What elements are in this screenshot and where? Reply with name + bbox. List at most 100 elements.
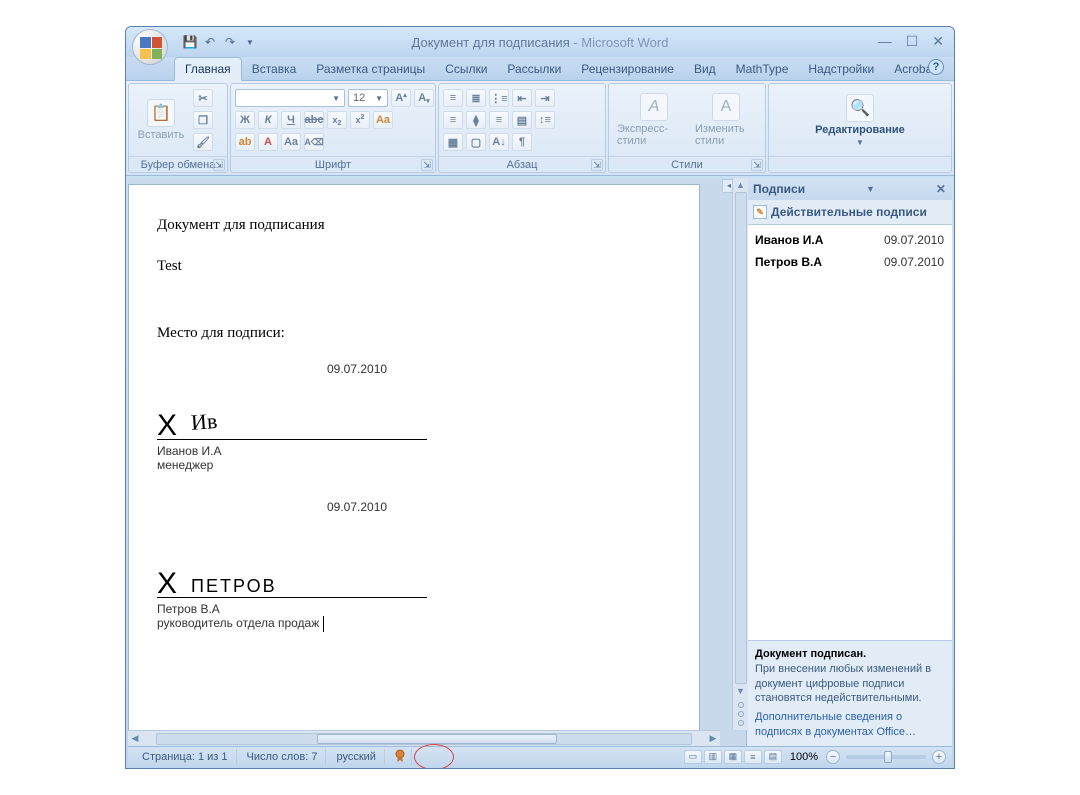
- scroll-left-icon[interactable]: ◀: [128, 733, 142, 744]
- signature-1-line[interactable]: X Ив: [157, 382, 427, 440]
- cut-icon[interactable]: ✂: [193, 89, 213, 107]
- minimize-button[interactable]: —: [878, 33, 892, 50]
- status-page[interactable]: Страница: 1 из 1: [134, 749, 237, 765]
- tab-view[interactable]: Вид: [684, 58, 726, 80]
- signatures-help-link[interactable]: Дополнительные сведения о подписях в док…: [755, 711, 916, 738]
- zoom-out-button[interactable]: −: [826, 750, 840, 764]
- scroll-down-icon[interactable]: ▼: [733, 684, 748, 698]
- scroll-up-icon[interactable]: ▲: [733, 178, 748, 192]
- valid-signatures-tab[interactable]: ✎ Действительные подписи: [753, 205, 927, 219]
- hscroll-track[interactable]: [156, 733, 692, 745]
- paragraph-launcher[interactable]: ⇲: [591, 159, 603, 171]
- tab-review[interactable]: Рецензирование: [571, 58, 684, 80]
- status-wordcount[interactable]: Число слов: 7: [239, 749, 327, 765]
- zoom-slider[interactable]: [846, 755, 926, 759]
- change-styles-button[interactable]: A Изменить стили: [695, 93, 757, 147]
- paragraph-group-label: Абзац: [507, 159, 538, 171]
- document-page[interactable]: Документ для подписания Test Место для п…: [128, 184, 700, 738]
- office-button[interactable]: [132, 29, 168, 65]
- shrink-font-button[interactable]: A▾: [414, 89, 434, 107]
- browse-object-buttons[interactable]: [738, 698, 744, 730]
- signature-2-line[interactable]: X ПЕТРОВ: [157, 540, 427, 598]
- italic-button[interactable]: К: [258, 111, 278, 129]
- status-signature-indicator[interactable]: [387, 749, 412, 765]
- scroll-right-icon[interactable]: ▶: [706, 733, 720, 744]
- paste-button[interactable]: 📋 Вставить: [133, 99, 189, 141]
- bullets-button[interactable]: ≡: [443, 89, 463, 107]
- bold-button[interactable]: Ж: [235, 111, 255, 129]
- maximize-button[interactable]: ☐: [906, 33, 919, 50]
- styles-launcher[interactable]: ⇲: [751, 159, 763, 171]
- pane-menu-icon[interactable]: ▼: [866, 184, 875, 194]
- font-name-dropdown[interactable]: ▼: [235, 89, 345, 107]
- hscroll-thumb[interactable]: [317, 734, 557, 744]
- tab-references[interactable]: Ссылки: [435, 58, 497, 80]
- show-marks-button[interactable]: ¶: [512, 133, 532, 151]
- save-icon[interactable]: 💾: [182, 34, 198, 50]
- tab-addins[interactable]: Надстройки: [798, 58, 884, 80]
- format-painter-icon[interactable]: 🖌: [193, 133, 213, 151]
- align-center-button[interactable]: ⧫: [466, 111, 486, 129]
- outline-view-button[interactable]: ≡: [744, 750, 762, 764]
- tab-home[interactable]: Главная: [174, 57, 242, 81]
- font-launcher[interactable]: ⇲: [421, 159, 433, 171]
- close-button[interactable]: ✕: [932, 33, 944, 50]
- sort-button[interactable]: A↓: [489, 133, 509, 151]
- vertical-scrollbar[interactable]: ▲ ▼: [732, 178, 748, 730]
- document-signed-label: Документ подписан.: [755, 647, 944, 662]
- signature-2-date: 09.07.2010: [327, 500, 671, 514]
- status-language[interactable]: русский: [328, 749, 384, 765]
- highlight-color-button[interactable]: ab: [235, 133, 255, 151]
- editing-button[interactable]: 🔍 Редактирование ▼: [810, 94, 910, 147]
- line-spacing-button[interactable]: ↕≡: [535, 111, 555, 129]
- draft-view-button[interactable]: ▤: [764, 750, 782, 764]
- signature-list-item[interactable]: Петров В.А 09.07.2010: [753, 251, 946, 273]
- numbering-button[interactable]: ≣: [466, 89, 486, 107]
- pane-close-icon[interactable]: ✕: [936, 182, 946, 196]
- undo-icon[interactable]: ↶: [202, 34, 218, 50]
- tab-insert[interactable]: Вставка: [242, 58, 307, 80]
- doc-heading: Документ для подписания: [157, 217, 671, 234]
- justify-button[interactable]: ▤: [512, 111, 532, 129]
- signature-1-name: Иванов И.А: [157, 444, 671, 458]
- document-viewport[interactable]: ◂ Документ для подписания Test Место для…: [128, 178, 746, 746]
- signatures-list: Иванов И.А 09.07.2010 Петров В.А 09.07.2…: [747, 224, 952, 641]
- help-icon[interactable]: ?: [928, 59, 944, 75]
- superscript-button[interactable]: x2: [350, 111, 370, 129]
- web-layout-view-button[interactable]: ▦: [724, 750, 742, 764]
- underline-button[interactable]: Ч: [281, 111, 301, 129]
- decrease-indent-button[interactable]: ⇤: [512, 89, 532, 107]
- horizontal-scrollbar[interactable]: ◀ ▶: [128, 730, 720, 746]
- increase-indent-button[interactable]: ⇥: [535, 89, 555, 107]
- tab-mathtype[interactable]: MathType: [726, 58, 799, 80]
- grow-font-button[interactable]: A▴: [391, 89, 411, 107]
- align-right-button[interactable]: ≡: [489, 111, 509, 129]
- tab-mailings[interactable]: Рассылки: [497, 58, 571, 80]
- clear-formatting-button[interactable]: A⌫: [304, 133, 324, 151]
- signature-list-item[interactable]: Иванов И.А 09.07.2010: [753, 229, 946, 251]
- text-effects-button[interactable]: Aa: [373, 111, 393, 129]
- zoom-slider-thumb[interactable]: [884, 751, 892, 763]
- tab-pagelayout[interactable]: Разметка страницы: [306, 58, 435, 80]
- print-layout-view-button[interactable]: ▭: [684, 750, 702, 764]
- zoom-in-button[interactable]: +: [932, 750, 946, 764]
- font-color-button[interactable]: A: [258, 133, 278, 151]
- vscroll-track[interactable]: [735, 192, 747, 684]
- change-case-button[interactable]: Aa: [281, 133, 301, 151]
- signature-1-date: 09.07.2010: [327, 362, 671, 376]
- borders-button[interactable]: ▢: [466, 133, 486, 151]
- fullscreen-reading-view-button[interactable]: ▥: [704, 750, 722, 764]
- copy-icon[interactable]: ❐: [193, 111, 213, 129]
- subscript-button[interactable]: x2: [327, 111, 347, 129]
- align-left-button[interactable]: ≡: [443, 111, 463, 129]
- font-size-dropdown[interactable]: 12▼: [348, 89, 388, 107]
- quick-styles-button[interactable]: A Экспресс-стили: [617, 93, 691, 147]
- shading-button[interactable]: ▦: [443, 133, 463, 151]
- clipboard-launcher[interactable]: ⇲: [213, 159, 225, 171]
- view-buttons: ▭ ▥ ▦ ≡ ▤ 100% − +: [684, 750, 946, 764]
- multilevel-list-button[interactable]: ⋮≡: [489, 89, 509, 107]
- qat-dropdown-icon[interactable]: ▼: [242, 34, 258, 50]
- zoom-percent[interactable]: 100%: [790, 751, 818, 763]
- strikethrough-button[interactable]: abc: [304, 111, 324, 129]
- redo-icon[interactable]: ↷: [222, 34, 238, 50]
